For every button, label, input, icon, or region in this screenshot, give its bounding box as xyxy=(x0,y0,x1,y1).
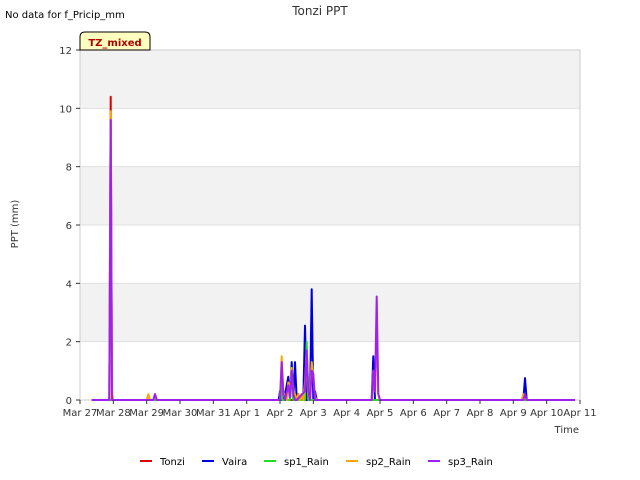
x-tick-label: Mar 30 xyxy=(163,408,198,419)
x-tick-label: Mar 28 xyxy=(96,408,131,419)
x-tick-label: Apr 5 xyxy=(367,408,394,419)
no-data-note: No data for f_Pricip_mm xyxy=(5,10,125,21)
legend-item: Vaira xyxy=(202,457,247,468)
y-axis-title: PPT (mm) xyxy=(10,200,21,249)
x-axis-title: Time xyxy=(554,425,579,436)
legend-item: sp2_Rain xyxy=(346,457,411,468)
chart-title: Tonzi PPT xyxy=(291,4,348,18)
x-tick-label: Apr 8 xyxy=(467,408,494,419)
grid-band xyxy=(80,283,580,342)
x-tick-label: Mar 27 xyxy=(63,408,98,419)
grid-band xyxy=(80,50,580,109)
legend-label: Vaira xyxy=(222,457,247,468)
grid-band xyxy=(80,166,580,225)
legend: Tonzi Vaira sp1_Rain sp2_Rain sp3_Rain xyxy=(140,457,493,468)
legend-label: sp1_Rain xyxy=(284,457,329,468)
grid-band xyxy=(80,225,580,284)
x-tick-label: Mar 29 xyxy=(129,408,164,419)
x-tick-label: Apr 6 xyxy=(400,408,427,419)
y-tick-label: 12 xyxy=(59,46,72,57)
y-tick-label: 10 xyxy=(59,104,72,115)
x-tick-label: Apr 11 xyxy=(563,408,596,419)
legend-label: sp2_Rain xyxy=(366,457,411,468)
x-tick-label: Apr 4 xyxy=(333,408,360,419)
x-axis-ticks: Mar 27Mar 28Mar 29Mar 30Mar 31 Apr 1 Apr 2… xyxy=(63,400,597,419)
grid-bands xyxy=(80,49,580,401)
x-tick-label: Mar 31 xyxy=(196,408,231,419)
grid-band xyxy=(80,108,580,167)
y-tick-label: 2 xyxy=(66,338,72,349)
legend-item: Tonzi xyxy=(140,457,185,468)
grid-band xyxy=(80,341,580,400)
tz-mixed-tag: TZ_mixed xyxy=(79,31,151,51)
y-tick-label: 8 xyxy=(66,163,72,174)
x-tick-label: Apr 2 xyxy=(267,408,294,419)
y-tick-label: 4 xyxy=(66,279,72,290)
x-tick-label: Apr 9 xyxy=(500,408,527,419)
x-tick-label: Apr 1 xyxy=(233,408,260,419)
legend-item: sp1_Rain xyxy=(264,457,329,468)
legend-item: sp3_Rain xyxy=(428,457,493,468)
tag-label: TZ_mixed xyxy=(88,38,141,49)
y-tick-label: 6 xyxy=(66,221,72,232)
y-axis-ticks: 0 2 4 6 8 10 12 xyxy=(59,46,80,407)
x-tick-label: Apr 3 xyxy=(300,408,327,419)
y-tick-label: 0 xyxy=(66,396,72,407)
x-tick-label: Apr 10 xyxy=(530,408,563,419)
legend-label: Tonzi xyxy=(159,457,185,468)
chart: 0 2 4 6 8 10 12 Mar 27Mar 28Mar 29Mar 30Mar 31… xyxy=(5,4,597,468)
legend-label: sp3_Rain xyxy=(448,457,493,468)
x-tick-label: Apr 7 xyxy=(433,408,460,419)
